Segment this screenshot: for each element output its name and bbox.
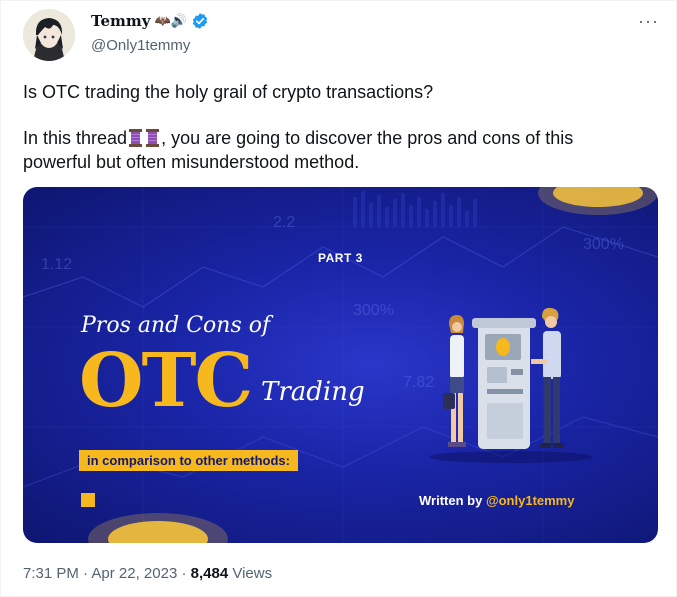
- tweet-meta: 7:31 PM · Apr 22, 2023 · 8,484 Views: [23, 565, 272, 582]
- meta-separator: ·: [177, 565, 191, 582]
- tweet-card: Temmy 🦇🔊 @Only1temmy ··· Is OTC trading …: [0, 0, 677, 597]
- background-number: 300%: [583, 236, 624, 253]
- verified-badge-icon: [192, 13, 207, 29]
- tweet-text-line-3: powerful but often misunderstood method.: [23, 152, 360, 172]
- image-subtitle-banner: in comparison to other methods:: [79, 450, 298, 471]
- author-name-row: Temmy 🦇🔊: [91, 12, 209, 30]
- written-by-handle: @only1temmy: [485, 493, 575, 508]
- more-options-icon[interactable]: ···: [638, 11, 659, 32]
- image-title-otc: OTC: [79, 338, 253, 424]
- meta-separator: ·: [78, 565, 92, 582]
- thread-spool-icon: [146, 129, 160, 147]
- background-number: 300%: [353, 302, 394, 319]
- author-display-name[interactable]: Temmy: [91, 12, 150, 30]
- image-written-by: Written by @only1temmy: [419, 493, 574, 508]
- tweet-text-continuation: , you are going to discover the pros and…: [161, 128, 574, 148]
- background-number: 1.12: [41, 256, 72, 273]
- views-count[interactable]: 8,484: [191, 565, 229, 582]
- tweet-media-image[interactable]: 1.12 300% 300% 2.2 7.82 PART 3 Pros and Cons…: [23, 187, 658, 543]
- written-by-label: Written by: [419, 493, 486, 508]
- image-part-label: PART 3: [318, 251, 363, 265]
- tweet-text-line-2: In this thread , you are going to discove…: [23, 126, 573, 150]
- views-label: Views: [228, 565, 273, 582]
- avatar-illustration-icon: [23, 9, 75, 61]
- bat-speaker-emoji: 🦇🔊: [154, 13, 187, 29]
- tweet-text-thread: In this thread: [23, 128, 128, 148]
- image-decorative-square: [81, 493, 95, 507]
- background-number: 7.82: [403, 374, 434, 391]
- author-handle[interactable]: @Only1temmy: [91, 37, 190, 54]
- thread-spool-icon: [129, 129, 143, 147]
- tweet-time[interactable]: 7:31 PM: [23, 565, 79, 582]
- background-number: 2.2: [273, 214, 295, 231]
- avatar[interactable]: [23, 9, 75, 61]
- tweet-date[interactable]: Apr 22, 2023: [91, 565, 177, 582]
- image-title-trading: Trading: [261, 377, 365, 407]
- tweet-text-line-1: Is OTC trading the holy grail of crypto …: [23, 82, 434, 102]
